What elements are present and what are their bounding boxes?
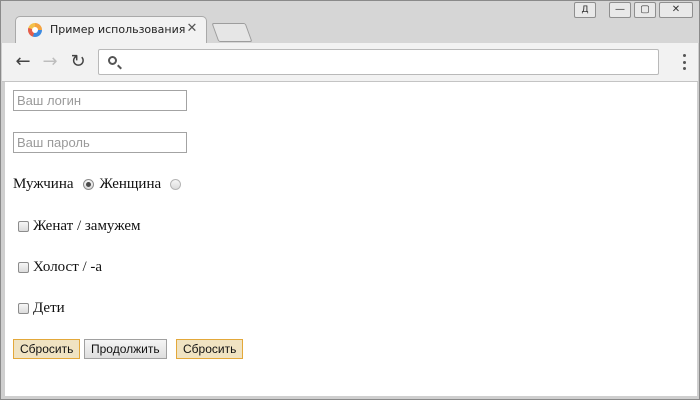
single-checkbox[interactable] <box>18 262 29 273</box>
male-label: Мужчина <box>13 176 74 192</box>
female-label: Женщина <box>99 176 162 192</box>
children-label: Дети <box>33 300 65 316</box>
continue-button[interactable]: Продолжить <box>84 339 167 359</box>
reset-button-2[interactable]: Сбросить <box>176 339 244 359</box>
browser-tab[interactable]: Пример использования jQuery ✕ <box>15 16 207 44</box>
minimize-button[interactable]: — <box>609 2 631 18</box>
close-window-button[interactable]: ✕ <box>659 2 693 18</box>
married-checkbox[interactable] <box>18 221 29 232</box>
single-label: Холост / -а <box>33 259 103 275</box>
menu-icon[interactable] <box>682 54 686 70</box>
password-input[interactable] <box>13 132 187 153</box>
window-controls: Д — ▢ ✕ <box>574 2 693 18</box>
profile-button[interactable]: Д <box>574 2 596 18</box>
single-row: Холост / -а <box>13 259 102 276</box>
favicon-icon <box>28 23 42 37</box>
female-radio[interactable] <box>170 179 182 190</box>
married-row: Женат / замужем <box>13 218 141 235</box>
browser-window: Пример использования jQuery ✕ Д — ▢ ✕ ← … <box>0 0 700 400</box>
tab-strip: Пример использования jQuery ✕ Д — ▢ ✕ <box>1 1 699 44</box>
login-input[interactable] <box>13 90 187 111</box>
tab-title: Пример использования jQuery <box>50 23 186 36</box>
married-label: Женат / замужем <box>33 218 141 234</box>
reset-button-1[interactable]: Сбросить <box>13 339 81 359</box>
forward-arrow-icon[interactable]: → <box>40 52 60 72</box>
page-content: Мужчина Женщина Женат / замужем Холост /… <box>5 82 697 396</box>
maximize-button[interactable]: ▢ <box>634 2 656 18</box>
browser-toolbar: ← → ↻ <box>2 43 698 82</box>
male-radio[interactable] <box>82 179 94 190</box>
children-row: Дети <box>13 300 65 317</box>
reload-icon[interactable]: ↻ <box>68 52 88 72</box>
back-arrow-icon[interactable]: ← <box>13 52 33 72</box>
tab-close-icon[interactable]: ✕ <box>185 22 199 36</box>
search-icon <box>108 56 117 65</box>
address-bar[interactable] <box>98 49 659 75</box>
children-checkbox[interactable] <box>18 303 29 314</box>
new-tab-button[interactable] <box>211 23 253 42</box>
gender-row: Мужчина Женщина <box>13 176 187 193</box>
